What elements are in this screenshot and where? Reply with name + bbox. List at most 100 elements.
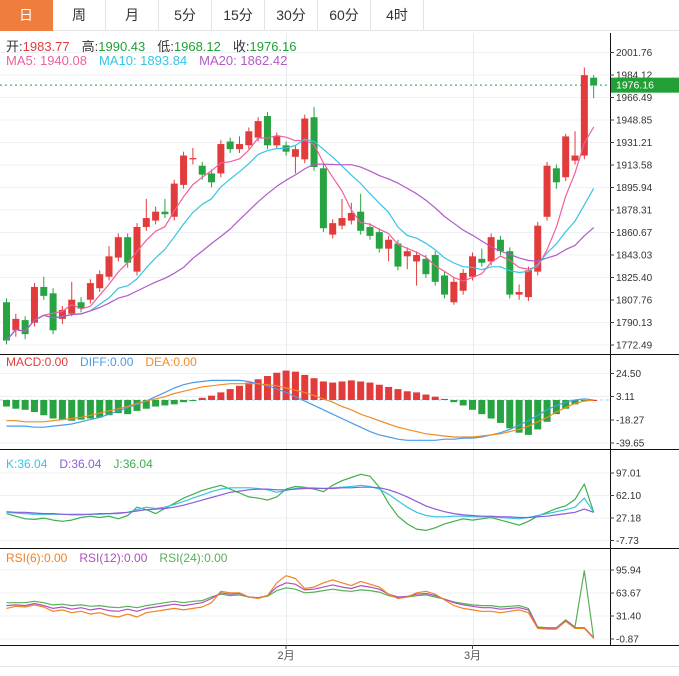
x-axis-label: 3月 xyxy=(464,650,481,662)
macd-bar xyxy=(515,399,523,433)
candle-body xyxy=(450,281,458,303)
info-ohlc-high: 高:1990.43 xyxy=(82,39,146,54)
candle-body xyxy=(338,218,346,226)
tab-interval-3[interactable]: 月 xyxy=(106,0,159,31)
macd-bar xyxy=(161,399,169,406)
candle-body xyxy=(236,144,243,150)
close-value: 1976.16 xyxy=(249,39,297,54)
tab-interval-8[interactable]: 4时 xyxy=(371,0,424,31)
candle-body xyxy=(329,223,337,235)
macd-bar xyxy=(347,380,355,400)
candle-body xyxy=(366,226,374,236)
candle-body xyxy=(105,256,113,277)
y-axis-label: 1825.40 xyxy=(616,273,653,284)
candle-body xyxy=(30,286,38,323)
macd-bar xyxy=(496,399,504,423)
j-line xyxy=(6,473,595,532)
candle-body xyxy=(375,232,383,249)
dea-line xyxy=(6,383,594,438)
candle-body xyxy=(189,158,197,160)
macd-bar xyxy=(329,382,337,400)
macd-labels-macd: MACD:0.00 xyxy=(6,355,69,369)
tab-interval-1[interactable]: 日 xyxy=(0,0,53,31)
candle-body xyxy=(413,255,421,262)
info-ma-ma5: MA5: 1940.08 xyxy=(6,53,87,68)
diff-line xyxy=(6,379,594,441)
y-axis-label: 1966.49 xyxy=(616,93,653,104)
ma20-line xyxy=(6,163,595,341)
candle-body xyxy=(291,149,299,157)
candle-body xyxy=(319,168,327,229)
macd-bar xyxy=(338,381,346,400)
macd-series xyxy=(3,370,598,441)
y-axis-label: 1895.94 xyxy=(616,183,653,194)
y-axis-label: 1772.49 xyxy=(616,341,653,352)
candle-body xyxy=(459,272,467,291)
y-axis-label: 31.40 xyxy=(616,612,641,623)
y-axis-label: -39.65 xyxy=(616,439,645,450)
y-axis-label: 3.11 xyxy=(616,392,635,403)
candle-body xyxy=(562,136,570,178)
x-axis-label: 2月 xyxy=(278,650,295,662)
open-value: 1983.77 xyxy=(22,39,70,54)
macd-bar xyxy=(180,399,188,403)
macd-bar xyxy=(282,370,290,400)
tab-interval-5[interactable]: 15分 xyxy=(212,0,265,31)
macd-bar xyxy=(226,389,234,400)
tab-interval-7[interactable]: 60分 xyxy=(318,0,371,31)
candle-body xyxy=(96,274,104,289)
macd-bar xyxy=(487,399,495,419)
candle-body xyxy=(180,155,188,185)
macd-bar xyxy=(21,399,29,410)
macd-bar xyxy=(12,399,20,409)
ma5-value: 1940.08 xyxy=(39,53,87,68)
ma10-value: 1893.84 xyxy=(140,53,188,68)
low-label: 低: xyxy=(157,39,174,54)
macd-bar xyxy=(96,399,104,418)
macd-labels-diff: DIFF:0.00 xyxy=(80,355,134,369)
candle-body xyxy=(552,168,560,183)
candle-body xyxy=(217,144,225,174)
ma10-line xyxy=(6,138,595,341)
close-label: 收: xyxy=(232,39,250,54)
candle-body xyxy=(590,77,598,86)
open-label: 开: xyxy=(6,39,23,54)
macd-bar xyxy=(469,399,476,410)
candle-body xyxy=(385,239,393,249)
candle-body xyxy=(49,293,57,331)
tab-interval-4[interactable]: 5分 xyxy=(159,0,212,31)
candle-body xyxy=(40,286,48,296)
y-axis-label: 62.10 xyxy=(616,491,641,502)
tab-interval-6[interactable]: 30分 xyxy=(265,0,318,31)
macd-bar xyxy=(49,399,57,419)
tab-interval-2[interactable]: 周 xyxy=(53,0,106,31)
y-axis-label: 1860.67 xyxy=(616,228,653,239)
candle-body xyxy=(515,292,523,295)
y-axis-label: -0.87 xyxy=(616,635,639,646)
macd-bar xyxy=(30,399,38,412)
candle-body xyxy=(161,211,169,215)
macd-bar xyxy=(441,398,449,400)
macd-bar xyxy=(217,392,225,400)
candle-body xyxy=(524,270,532,298)
high-label: 高: xyxy=(81,39,99,54)
high-value: 1990.43 xyxy=(98,39,146,54)
candle-body xyxy=(422,258,430,275)
candle-body xyxy=(273,136,281,146)
candle-body xyxy=(254,121,262,138)
macd-bar xyxy=(263,376,271,400)
candlestick-series xyxy=(3,67,598,345)
rsi-labels-rsi6: RSI(6):0.00 xyxy=(6,551,68,565)
rsi-labels-rsi12: RSI(12):0.00 xyxy=(79,551,148,565)
macd-bar xyxy=(357,381,365,400)
kdj-labels-j: J:36.04 xyxy=(113,457,153,471)
macd-bar xyxy=(431,396,439,400)
ma-row: MA5: 1940.08 MA10: 1893.84 MA20: 1862.42 xyxy=(6,53,299,68)
info-ohlc-low: 低:1968.12 xyxy=(157,39,221,54)
candle-body xyxy=(86,283,94,300)
y-axis-label: 2001.76 xyxy=(616,48,653,59)
ma10-label: MA10: xyxy=(98,53,141,68)
kdj-labels-d: D:36.04 xyxy=(59,457,102,471)
candle-body xyxy=(357,211,365,231)
candle-body xyxy=(3,302,10,341)
